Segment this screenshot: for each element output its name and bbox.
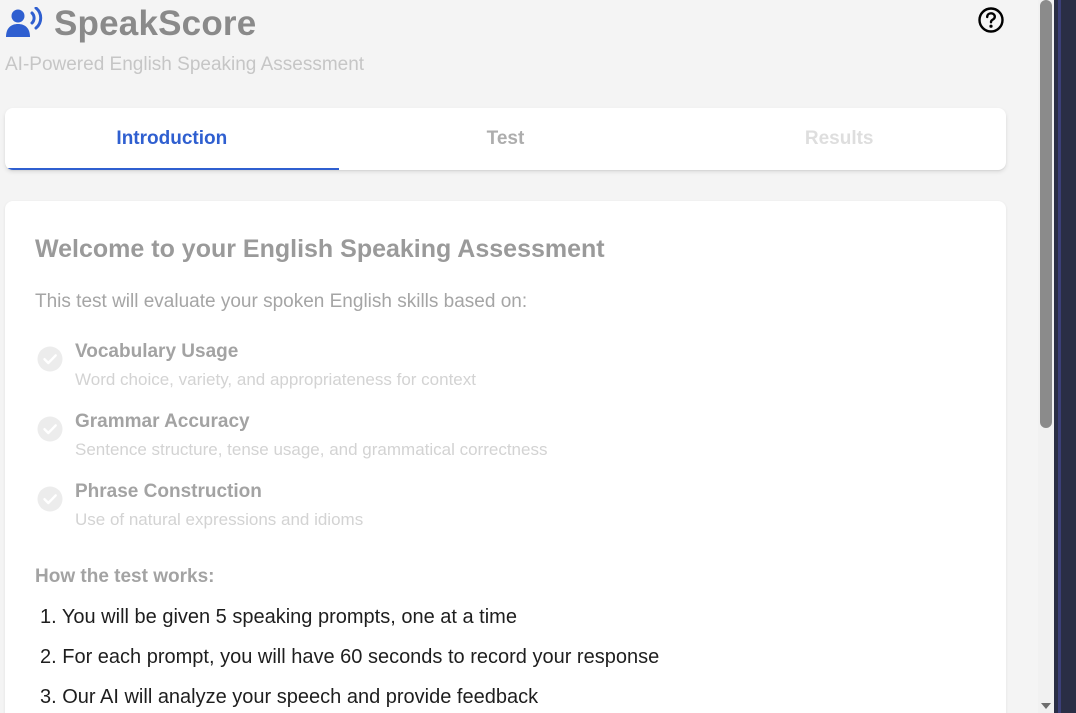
skill-title: Phrase Construction — [75, 481, 262, 502]
list-item: 1. You will be given 5 speaking prompts,… — [40, 606, 517, 628]
skill-title: Grammar Accuracy — [75, 411, 250, 432]
help-button[interactable] — [977, 6, 1005, 39]
skill-description: Use of natural expressions and idioms — [75, 510, 364, 529]
tab-introduction[interactable]: Introduction — [5, 108, 339, 170]
list-item: 2. For each prompt, you will have 60 sec… — [40, 646, 660, 668]
welcome-title: Welcome to your English Speaking Assessm… — [35, 235, 605, 263]
question-circle-icon — [977, 6, 1005, 39]
triangle-down-icon — [1040, 697, 1052, 713]
introduction-card: Welcome to your English Speaking Assessm… — [5, 201, 1006, 713]
skill-description: Sentence structure, tense usage, and gra… — [75, 440, 548, 459]
app-title: SpeakScore — [54, 4, 257, 43]
steps-list: 1. You will be given 5 speaking prompts,… — [40, 602, 659, 713]
tab-results: Results — [804, 128, 874, 149]
brand: SpeakScore — [6, 2, 256, 46]
list-item: 3. Our AI will analyze your speech and p… — [40, 686, 539, 708]
scroll-down-button[interactable] — [1039, 701, 1053, 711]
tab-bar: Introduction Test Results — [5, 108, 1006, 170]
check-circle-icon — [37, 346, 63, 372]
tab-test[interactable]: Test — [339, 108, 673, 170]
check-circle-icon — [37, 416, 63, 442]
how-it-works-heading: How the test works: — [35, 566, 215, 587]
check-circle-icon — [37, 486, 63, 512]
window-edge-accent — [1058, 0, 1061, 713]
scrollbar-thumb[interactable] — [1040, 0, 1052, 428]
voice-user-icon — [6, 6, 44, 41]
skill-title: Vocabulary Usage — [75, 341, 239, 362]
skill-description: Word choice, variety, and appropriatenes… — [75, 370, 476, 389]
app-root: SpeakScore AI-Powered English Speaking A… — [0, 0, 1076, 713]
intro-text: This test will evaluate your spoken Engl… — [35, 291, 528, 312]
app-subtitle: AI-Powered English Speaking Assessment — [5, 54, 365, 75]
